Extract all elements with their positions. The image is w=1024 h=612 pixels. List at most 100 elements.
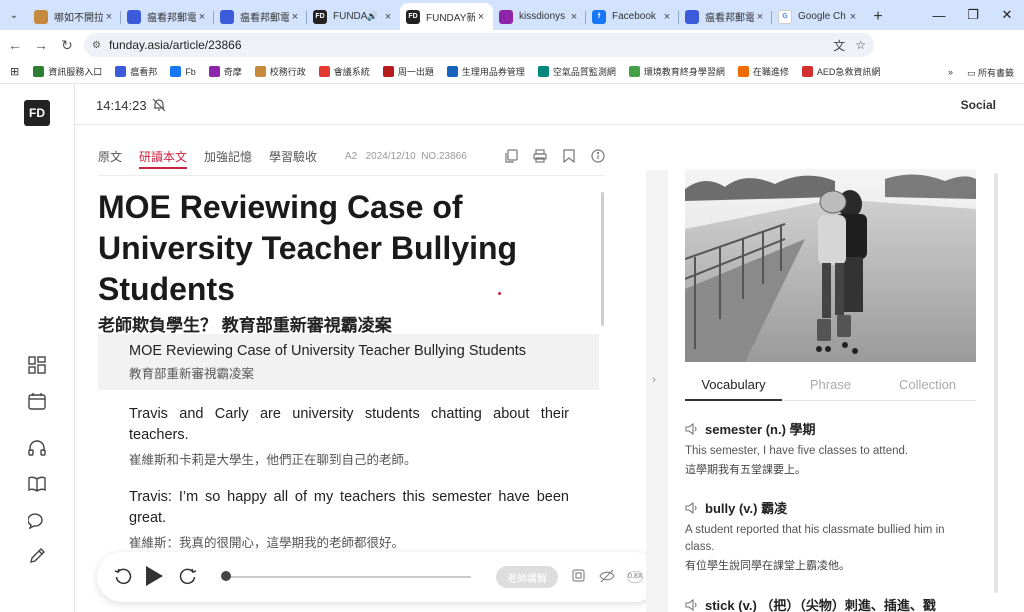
bookmark-favicon [801, 66, 813, 77]
close-tab-icon[interactable]: × [382, 11, 394, 23]
copy-icon[interactable] [503, 148, 518, 163]
funday-logo[interactable]: FD [24, 100, 50, 126]
browser-tab[interactable]: f Facebook × [586, 3, 679, 30]
address-bar[interactable]: ⚙ funday.asia/article/23866 文 ☆ [84, 33, 874, 57]
close-window-icon[interactable]: ✕ [990, 0, 1024, 30]
new-tab-button[interactable]: + [865, 3, 891, 30]
progress-handle[interactable] [221, 571, 231, 581]
browser-tab[interactable]: 瘟看邦郵電 × [121, 3, 214, 30]
tab-study[interactable]: 研讀本文 [139, 148, 188, 169]
calendar-icon[interactable] [27, 391, 47, 411]
speed-button[interactable]: 0.8X [627, 571, 643, 583]
dashboard-icon[interactable] [27, 355, 47, 375]
window-controls: — ❐ ✕ [922, 0, 1024, 30]
paragraph-highlighted[interactable]: MOE Reviewing Case of University Teacher… [98, 334, 599, 390]
speaker-icon[interactable] [685, 598, 699, 611]
tab-vocabulary[interactable]: Vocabulary [685, 374, 782, 401]
close-tab-icon[interactable]: × [568, 11, 580, 23]
translate-icon[interactable]: 文 [833, 37, 845, 54]
tab-quiz[interactable]: 學習驗收 [269, 148, 317, 169]
forward-icon[interactable] [179, 567, 197, 590]
article-scrollbar[interactable] [601, 192, 604, 326]
folder-icon: ▭ [966, 67, 978, 78]
bookmark-item[interactable]: 在職進修 [737, 65, 789, 78]
tab-phrase[interactable]: Phrase [782, 374, 879, 400]
info-icon[interactable] [590, 148, 605, 163]
bell-off-icon[interactable] [152, 98, 166, 112]
browser-tab-active[interactable]: FD FUNDAY新 × [400, 3, 493, 30]
bookmark-item[interactable]: 會議系統 [318, 65, 370, 78]
reload-icon[interactable]: ↻ [54, 30, 80, 60]
print-icon[interactable] [532, 148, 547, 163]
chat-icon[interactable] [27, 510, 47, 530]
paragraph-chinese: 崔維斯：我真的很開心，這學期我的老師都很好。 [129, 536, 405, 550]
rewind-icon[interactable] [114, 567, 132, 590]
pencil-icon[interactable] [27, 546, 47, 566]
teacher-explain-button[interactable]: 老師講解 [496, 566, 558, 588]
vocab-word[interactable]: bully (v.) 霸凌 [705, 498, 787, 517]
vocab-item: bully (v.) 霸凌 A student reported that hi… [685, 498, 975, 575]
bookmark-item[interactable]: 奇摩 [208, 65, 242, 78]
vocab-word[interactable]: stick (v.) （把）（尖物）刺進、插進、戳 [705, 595, 936, 612]
browser-tab[interactable]: FD FUNDA 🔊 × [307, 3, 400, 30]
forward-arrow-icon[interactable]: → [28, 30, 54, 60]
browser-tab[interactable]: G Google Ch × [772, 3, 865, 30]
bookmark-item[interactable]: 瘟看邦 [115, 65, 157, 78]
close-tab-icon[interactable]: × [103, 11, 115, 23]
close-tab-icon[interactable]: × [289, 11, 301, 23]
panel-scrollbar[interactable] [994, 173, 998, 593]
chevron-right-icon[interactable]: › [652, 372, 656, 386]
tab-collection[interactable]: Collection [879, 374, 976, 400]
social-link[interactable]: Social [961, 98, 996, 112]
bookmark-item[interactable]: 空氣品質監測網 [537, 65, 616, 78]
speaker-icon[interactable] [685, 501, 699, 514]
bookmark-label: 奇摩 [223, 67, 242, 77]
tab-search-icon[interactable]: ⌄ [0, 0, 28, 30]
tab-memory[interactable]: 加強記憶 [204, 148, 252, 169]
restore-icon[interactable]: ❐ [956, 0, 990, 30]
pane-divider[interactable] [646, 170, 668, 612]
bookmark-favicon [628, 66, 640, 77]
google-icon: G [778, 9, 792, 24]
close-tab-icon[interactable]: × [196, 11, 208, 23]
tab-original[interactable]: 原文 [98, 148, 122, 169]
paragraph[interactable]: Travis: I’m so happy all of my teachers … [98, 487, 599, 552]
play-button[interactable] [146, 566, 163, 586]
browser-tab[interactable]: kissdionys × [493, 3, 586, 30]
audio-playing-icon[interactable]: 🔊 [367, 11, 378, 22]
bookmark-item[interactable]: 資訊服務入口 [33, 65, 102, 78]
mail-icon [220, 9, 234, 24]
hide-text-icon[interactable] [599, 568, 615, 584]
minimize-icon[interactable]: — [922, 0, 956, 30]
browser-tab[interactable]: 瘟看邦郵電 × [679, 3, 772, 30]
site-info-icon[interactable]: ⚙ [92, 40, 101, 51]
bookmark-item[interactable]: AED急救資訊網 [801, 65, 880, 78]
bookmark-icon[interactable] [561, 148, 576, 163]
apps-grid-icon[interactable]: ⊞ [10, 65, 19, 78]
browser-tab[interactable]: 哪如不開拉 × [28, 3, 121, 30]
back-arrow-icon[interactable]: ← [2, 30, 28, 60]
bookmark-item[interactable]: 生理用品券管理 [446, 65, 525, 78]
bookmark-item[interactable]: 環境教育終身學習網 [628, 65, 725, 78]
marker-dot [498, 292, 501, 295]
app-header: 14:14:23 Social [75, 85, 1024, 125]
speaker-icon[interactable] [685, 422, 699, 435]
headphones-icon[interactable] [27, 438, 47, 458]
paragraph[interactable]: Travis and Carly are university students… [98, 404, 599, 469]
subtitle-icon[interactable] [572, 569, 585, 582]
browser-tab[interactable]: 瘟看邦郵電 × [214, 3, 307, 30]
bookmark-item[interactable]: Fb [170, 65, 196, 78]
progress-track[interactable] [223, 576, 471, 578]
close-tab-icon[interactable]: × [847, 11, 859, 23]
bookmarks-overflow-button[interactable]: » [948, 67, 953, 77]
close-tab-icon[interactable]: × [475, 11, 487, 23]
all-bookmarks-button[interactable]: ▭ 所有書籤 [967, 66, 1014, 79]
bookmark-star-icon[interactable]: ☆ [855, 38, 866, 52]
bookmark-item[interactable]: 周一出題 [382, 65, 434, 78]
close-tab-icon[interactable]: × [754, 11, 766, 23]
bookmark-item[interactable]: 校務行政 [254, 65, 306, 78]
book-icon[interactable] [27, 474, 47, 494]
article-level: A2 [345, 151, 358, 162]
vocab-word[interactable]: semester (n.) 學期 [705, 419, 816, 438]
close-tab-icon[interactable]: × [661, 11, 673, 23]
